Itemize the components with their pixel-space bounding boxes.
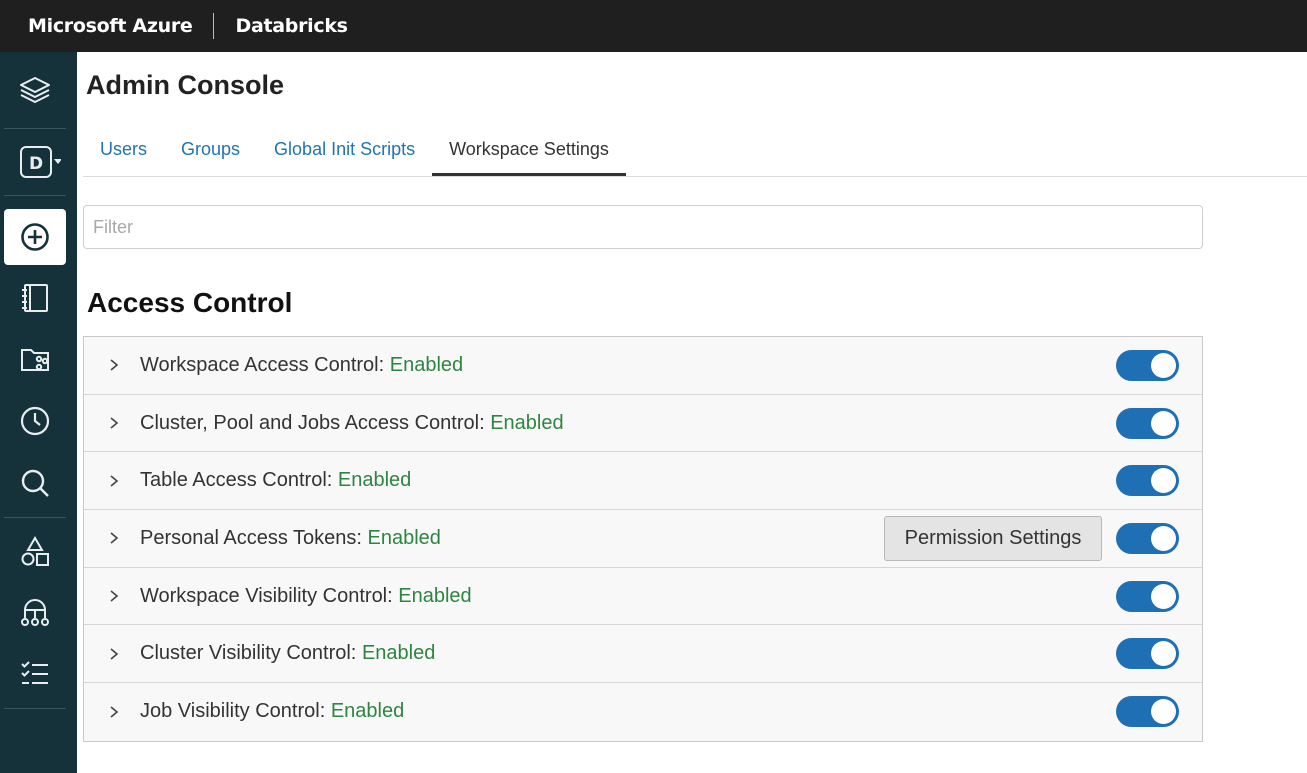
setting-name: Workspace Visibility Control: [140, 584, 399, 607]
setting-name: Cluster, Pool and Jobs Access Control: [140, 411, 491, 434]
shapes-icon[interactable] [4, 524, 66, 580]
settings-list: Workspace Access Control: Enabled Cluste… [83, 336, 1203, 742]
setting-label: Table Access Control: Enabled [140, 469, 411, 492]
setting-status: Enabled [398, 584, 472, 607]
sidebar-divider [4, 517, 66, 518]
setting-label: Workspace Access Control: Enabled [140, 354, 463, 377]
filter-input[interactable] [83, 205, 1203, 249]
chevron-right-icon[interactable] [108, 705, 122, 719]
repos-icon[interactable] [4, 331, 66, 387]
setting-row-workspace-visibility-control[interactable]: Workspace Visibility Control: Enabled [84, 568, 1202, 626]
setting-row-cluster-visibility-control[interactable]: Cluster Visibility Control: Enabled [84, 625, 1202, 684]
toggle-knob [1151, 583, 1176, 609]
checklist-icon[interactable] [4, 645, 66, 701]
setting-toggle[interactable] [1116, 638, 1179, 670]
setting-toggle[interactable] [1116, 349, 1179, 381]
chevron-right-icon[interactable] [108, 474, 122, 488]
setting-row-job-visibility-control[interactable]: Job Visibility Control: Enabled [84, 683, 1202, 741]
setting-label: Cluster, Pool and Jobs Access Control: E… [140, 412, 564, 435]
toggle-knob [1151, 410, 1176, 436]
layers-icon[interactable] [4, 63, 66, 119]
setting-status: Enabled [367, 526, 441, 549]
chevron-right-icon[interactable] [108, 531, 122, 545]
setting-name: Cluster Visibility Control: [140, 642, 362, 665]
toggle-knob [1151, 699, 1176, 725]
chevron-right-icon[interactable] [108, 647, 122, 661]
toggle-knob [1151, 525, 1176, 551]
section-title: Access Control [87, 287, 293, 318]
setting-toggle[interactable] [1116, 580, 1179, 612]
setting-label: Workspace Visibility Control: Enabled [140, 585, 472, 608]
setting-name: Personal Access Tokens: [140, 526, 368, 549]
workspace-letter-icon: D [29, 154, 43, 174]
chevron-right-icon[interactable] [108, 589, 122, 603]
brand-name[interactable]: Microsoft Azure [0, 15, 193, 37]
setting-name: Workspace Access Control: [140, 353, 390, 376]
toggle-knob [1151, 468, 1176, 494]
page-title: Admin Console [86, 70, 285, 100]
create-plus-icon[interactable] [4, 209, 66, 265]
sidebar-divider [4, 708, 66, 709]
notebook-icon[interactable] [4, 270, 66, 326]
setting-toggle[interactable] [1116, 522, 1179, 554]
setting-row-workspace-access-control[interactable]: Workspace Access Control: Enabled [84, 337, 1202, 395]
setting-label: Cluster Visibility Control: Enabled [140, 642, 435, 665]
setting-row-cluster-pool-jobs-access-control[interactable]: Cluster, Pool and Jobs Access Control: E… [84, 395, 1202, 453]
sidebar-divider [4, 195, 66, 196]
tab-groups[interactable]: Groups [164, 122, 257, 177]
tabs-divider [83, 176, 1307, 177]
toggle-knob [1151, 641, 1176, 667]
toggle-knob [1151, 352, 1176, 378]
setting-label: Personal Access Tokens: Enabled [140, 527, 441, 550]
tab-global-init-scripts[interactable]: Global Init Scripts [257, 122, 432, 177]
setting-name: Job Visibility Control: [140, 700, 331, 723]
setting-name: Table Access Control: [140, 469, 338, 492]
hierarchy-icon[interactable] [4, 585, 66, 641]
setting-label: Job Visibility Control: Enabled [140, 700, 404, 723]
product-name[interactable]: Databricks [235, 15, 348, 37]
tab-workspace-settings[interactable]: Workspace Settings [432, 122, 626, 177]
sidebar-divider [4, 128, 66, 129]
setting-toggle[interactable] [1116, 465, 1179, 497]
setting-toggle[interactable] [1116, 407, 1179, 439]
sidebar: D [0, 52, 77, 773]
setting-row-personal-access-tokens[interactable]: Personal Access Tokens: Enabled Permissi… [84, 510, 1202, 568]
setting-status: Enabled [490, 411, 564, 434]
setting-status: Enabled [361, 642, 436, 665]
setting-status: Enabled [337, 469, 412, 492]
main-content: Admin Console Users Groups Global Init S… [77, 52, 1307, 773]
tab-bar: Users Groups Global Init Scripts Workspa… [83, 122, 626, 177]
recents-clock-icon[interactable] [4, 393, 66, 449]
setting-status: Enabled [389, 353, 464, 376]
chevron-right-icon[interactable] [108, 416, 122, 430]
tab-users[interactable]: Users [83, 122, 164, 177]
top-bar: Microsoft Azure Databricks [0, 0, 1307, 52]
topbar-divider [213, 13, 215, 39]
setting-status: Enabled [330, 700, 405, 723]
setting-row-table-access-control[interactable]: Table Access Control: Enabled [84, 452, 1202, 511]
search-icon[interactable] [4, 455, 66, 511]
setting-toggle[interactable] [1116, 696, 1179, 728]
permission-settings-button[interactable]: Permission Settings [884, 515, 1102, 561]
chevron-right-icon[interactable] [108, 358, 122, 372]
workspace-switcher[interactable]: D [4, 134, 66, 190]
